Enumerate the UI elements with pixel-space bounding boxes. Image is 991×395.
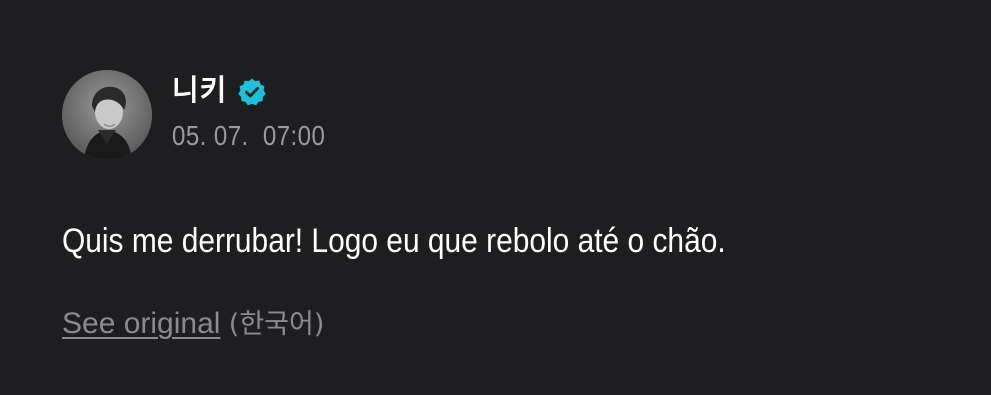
source-language-label: (한국어) [228, 309, 325, 340]
translation-info: See original (한국어) [62, 303, 324, 346]
see-original-link[interactable]: See original [62, 307, 220, 340]
post-timestamp: 05. 07. 07:00 [172, 120, 326, 151]
verified-badge-icon [237, 77, 267, 107]
author-row: 니키 [172, 70, 267, 110]
post-message: Quis me derrubar! Logo eu que rebolo até… [62, 222, 726, 260]
author-name[interactable]: 니키 [172, 70, 227, 110]
profile-photo-icon [62, 70, 152, 160]
post-card: 니키 05. 07. 07:00 Quis me derrubar! Logo … [0, 0, 991, 395]
author-avatar[interactable] [62, 70, 152, 160]
